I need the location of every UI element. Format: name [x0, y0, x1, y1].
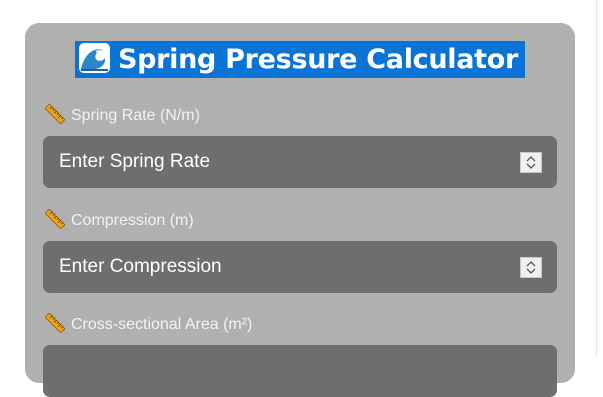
- area-label-text: Cross-sectional Area (m²): [71, 316, 253, 333]
- ruler-icon: [44, 312, 66, 334]
- spring-rate-label: Spring Rate (N/m): [44, 103, 200, 128]
- calculator-card: Spring Pressure Calculator Spring Rate (…: [25, 23, 575, 397]
- ruler-icon: [44, 103, 66, 125]
- spring-rate-label-text: Spring Rate (N/m): [71, 107, 200, 124]
- compression-input[interactable]: [43, 241, 503, 293]
- spring-rate-input[interactable]: [43, 136, 503, 188]
- spring-rate-stepper[interactable]: [520, 152, 542, 173]
- compression-stepper[interactable]: [520, 257, 542, 278]
- page-edge-divider: [596, 0, 597, 358]
- compression-label-text: Compression (m): [71, 212, 194, 229]
- area-input[interactable]: [43, 345, 503, 397]
- compression-label: Compression (m): [44, 208, 194, 233]
- area-label: Cross-sectional Area (m²): [44, 312, 253, 337]
- title-container: Spring Pressure Calculator: [25, 41, 575, 78]
- spring-rate-field[interactable]: [43, 136, 557, 188]
- page-title: Spring Pressure Calculator: [74, 41, 526, 78]
- ruler-icon: [44, 208, 66, 230]
- page-title-text: Spring Pressure Calculator: [117, 44, 519, 75]
- area-field[interactable]: [43, 345, 557, 397]
- compression-field[interactable]: [43, 241, 557, 293]
- water-wave-icon: [78, 43, 110, 73]
